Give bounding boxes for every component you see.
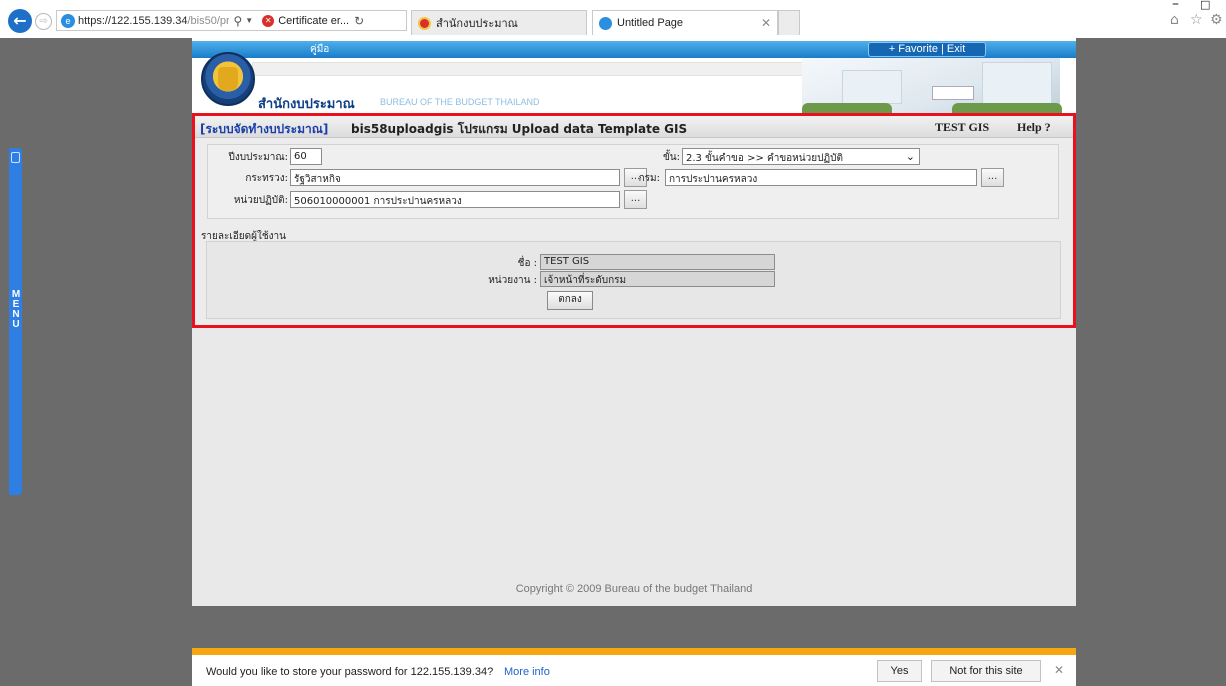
home-icon[interactable]: ⌂ [1170, 12, 1179, 28]
url-path: /bis50/progr [187, 14, 230, 27]
level-select-value: 2.3 ขั้นคำขอ >> คำขอหน่วยปฏิบัติ [686, 153, 843, 164]
close-icon[interactable]: ✕ [1054, 663, 1064, 677]
level-select[interactable]: 2.3 ขั้นคำขอ >> คำขอหน่วยปฏิบัติ ⌄ [682, 148, 920, 165]
main-panel: คู่มือ + Favorite | Exit สำนักงบประมาณ B… [192, 38, 1076, 606]
copyright-text: Copyright © 2009 Bureau of the budget Th… [515, 583, 753, 595]
level-label: ขั้น: [662, 152, 680, 163]
tab-label: สำนักงบประมาณ [436, 18, 518, 30]
department-label: กรม: [638, 173, 660, 184]
tab-budget-bureau[interactable]: สำนักงบประมาณ [411, 10, 587, 35]
password-notification-bar: Would you like to store your password fo… [192, 648, 1076, 686]
org-name-thai: สำนักงบประมาณ [258, 97, 355, 112]
program-title: bis58uploadgis โปรแกรม Upload data Templ… [351, 122, 688, 136]
url-host: https://122.155.139.34 [78, 14, 188, 27]
maximize-icon[interactable]: □ [1200, 0, 1210, 11]
help-link[interactable]: Help ? [1017, 120, 1051, 135]
certificate-error-label[interactable]: Certificate er... [278, 15, 349, 27]
browser-chrome: ← ⇨ e https://122.155.139.34/bis50/progr… [0, 0, 1226, 38]
not-for-this-site-button[interactable]: Not for this site [931, 660, 1041, 682]
tab-label: Untitled Page [617, 17, 684, 29]
ministry-label: กระทรวง: [245, 173, 288, 184]
unit-input[interactable]: 506010000001 การประปานครหลวง [290, 191, 620, 208]
refresh-icon[interactable]: ↻ [354, 14, 364, 28]
menu-icon [11, 152, 20, 163]
program-title-bar: [ระบบจัดทำงบประมาณ] bis58uploadgis โปรแก… [195, 116, 1073, 138]
user-details-box: ชื่อ : TEST GIS หน่วยงาน : เจ้าหน้าที่ระ… [206, 241, 1061, 319]
department-input[interactable]: การประปานครหลวง [665, 169, 977, 186]
close-icon[interactable]: ✕ [761, 16, 771, 30]
chevron-down-icon: ⌄ [905, 150, 915, 163]
menu-letter: U [12, 319, 20, 330]
current-user-tag: TEST GIS [935, 120, 990, 134]
year-label: ปีงบประมาณ: [228, 152, 288, 163]
agency-label: หน่วยงาน : [488, 275, 537, 286]
page-area: M E N U คู่มือ + Favorite | Exit สำนักงบ… [0, 38, 1226, 686]
address-bar[interactable]: e https://122.155.139.34/bis50/progr ⚲ ▼… [56, 10, 407, 31]
forward-arrow-icon[interactable]: ⇨ [35, 13, 52, 30]
manual-link[interactable]: คู่มือ [310, 42, 329, 57]
program-section: [ระบบจัดทำงบประมาณ] bis58uploadgis โปรแก… [192, 113, 1076, 328]
system-name-link[interactable]: [ระบบจัดทำงบประมาณ] [200, 120, 328, 139]
unit-label: หน่วยปฏิบัติ: [233, 195, 288, 206]
ie-page-icon: e [61, 13, 75, 28]
year-input[interactable]: 60 [290, 148, 322, 165]
budget-bureau-favicon-icon [418, 16, 431, 30]
top-nav-bar: คู่มือ + Favorite | Exit [192, 41, 1076, 58]
menu-label: M E N U [11, 290, 21, 330]
unit-lookup-button[interactable]: ... [624, 190, 647, 209]
gear-icon[interactable]: ⚙ [1210, 12, 1223, 28]
site-header: คู่มือ + Favorite | Exit สำนักงบประมาณ B… [192, 38, 1076, 113]
minimize-icon[interactable]: – [1172, 0, 1179, 12]
search-icon[interactable]: ⚲ [233, 14, 242, 28]
certificate-error-icon[interactable]: ✕ [262, 14, 275, 27]
side-menu-tab[interactable]: M E N U [9, 148, 22, 495]
favorite-exit-button[interactable]: + Favorite | Exit [868, 42, 986, 57]
more-info-link[interactable]: More info [504, 666, 550, 678]
ie-favicon-icon [599, 16, 612, 30]
ok-button[interactable]: ตกลง [547, 291, 593, 310]
org-name-english: BUREAU OF THE BUDGET THAILAND [380, 97, 540, 107]
notification-message: Would you like to store your password fo… [206, 666, 494, 678]
yes-button[interactable]: Yes [877, 660, 922, 682]
department-lookup-button[interactable]: ... [981, 168, 1004, 187]
building-banner-image [802, 58, 1062, 113]
chevron-down-icon[interactable]: ▼ [245, 16, 253, 25]
new-tab-button[interactable] [778, 10, 800, 35]
tab-untitled-page[interactable]: Untitled Page ✕ [592, 10, 778, 35]
user-details-panel: รายละเอียดผู้ใช้งาน ชื่อ : TEST GIS หน่ว… [198, 229, 1068, 321]
back-arrow-icon[interactable]: ← [8, 9, 32, 33]
name-label: ชื่อ : [517, 258, 537, 269]
filter-form: ปีงบประมาณ: 60 ขั้น: 2.3 ขั้นคำขอ >> คำข… [207, 144, 1059, 219]
agency-field: เจ้าหน้าที่ระดับกรม [540, 271, 775, 287]
name-field: TEST GIS [540, 254, 775, 270]
star-icon[interactable]: ☆ [1190, 12, 1203, 28]
bureau-logo [201, 52, 255, 106]
sub-bar [252, 62, 892, 76]
